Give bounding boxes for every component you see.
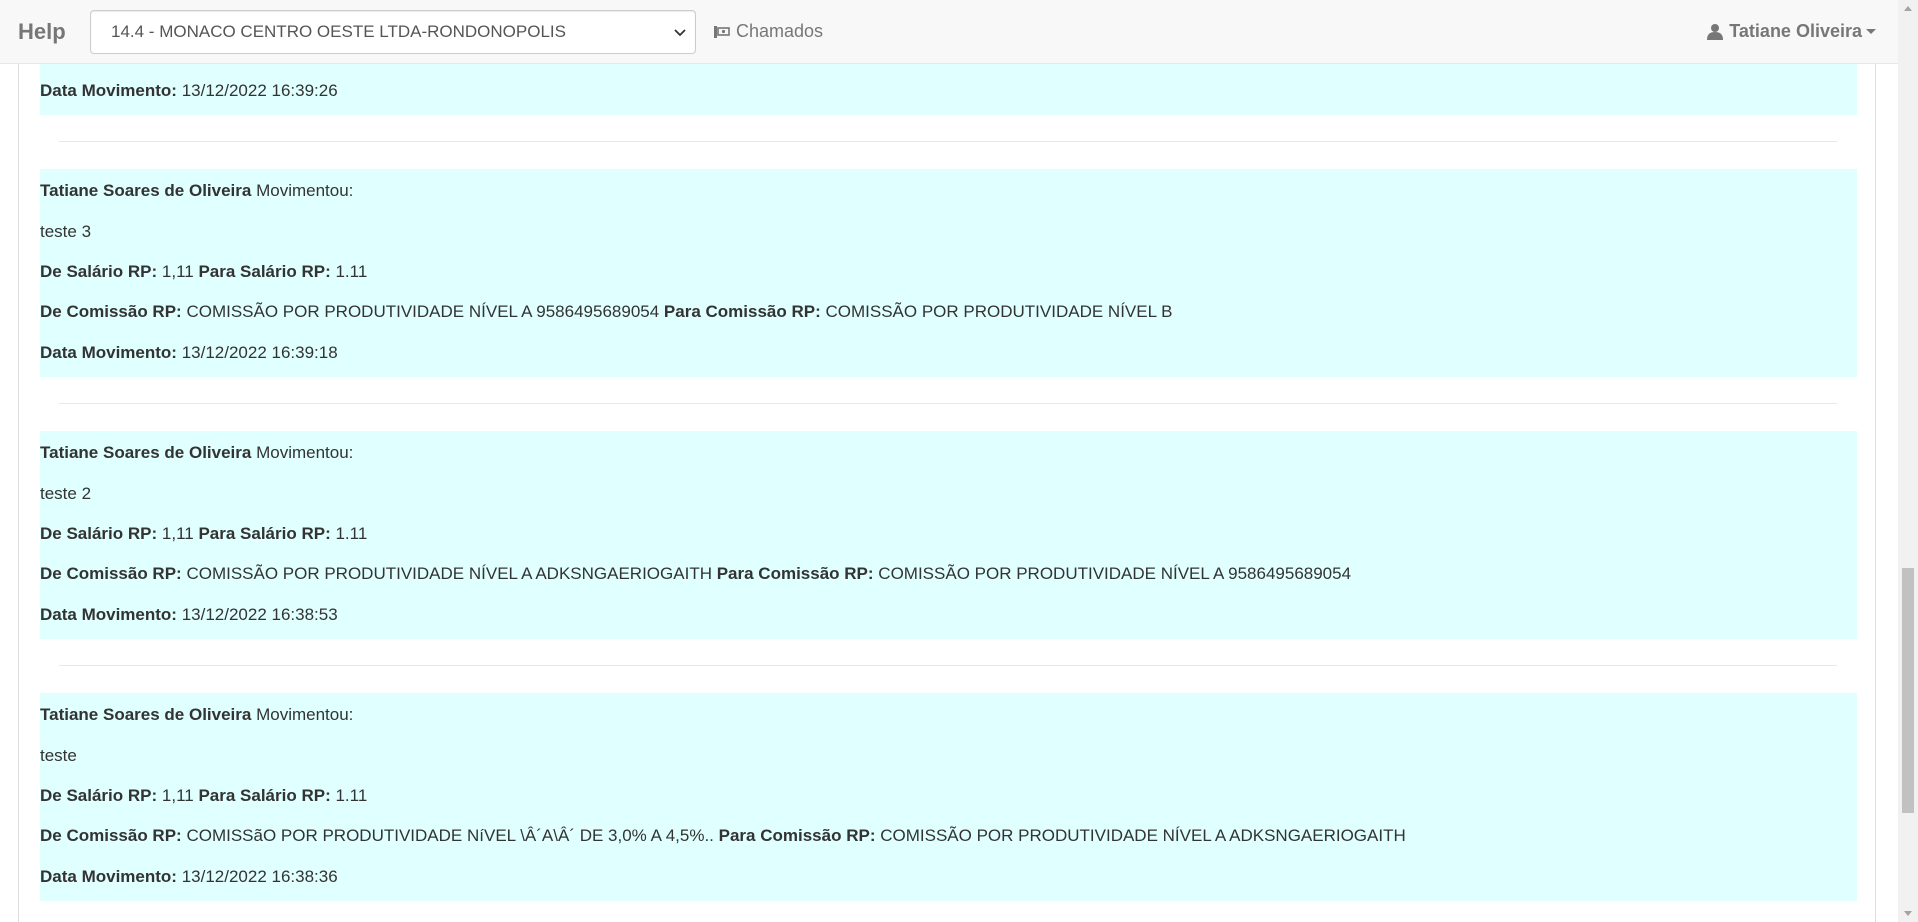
para-comissao-label: Para Comissão RP:: [718, 826, 876, 845]
user-menu-toggle[interactable]: Tatiane Oliveira: [1707, 21, 1876, 42]
comissao-row: De Comissão RP: COMISSãO POR PRODUTIVIDA…: [40, 826, 1406, 846]
de-comissao-label: De Comissão RP:: [40, 564, 182, 583]
movement-entry: Tatiane Soares de Oliveira Movimentou: t…: [40, 693, 1857, 901]
para-salario-value: 1.11: [335, 524, 368, 543]
movement-entry: Tatiane Soares de Oliveira Movimentou: t…: [40, 169, 1857, 377]
movimentou-label: Movimentou:: [256, 705, 354, 724]
data-movimento-value: 13/12/2022 16:38:36: [181, 867, 338, 886]
para-comissao-value: COMISSÃO POR PRODUTIVIDADE NÍVEL A ADKSN…: [880, 826, 1406, 845]
data-movimento-value: 13/12/2022 16:38:53: [181, 605, 338, 624]
movement-entry: Tatiane Soares de Oliveira Movimentou: t…: [40, 431, 1857, 639]
salario-row: De Salário RP: 1,11 Para Salário RP: 1.1…: [40, 786, 367, 806]
entry-user: Tatiane Soares de Oliveira: [40, 181, 252, 200]
movimentou-label: Movimentou:: [256, 443, 354, 462]
para-salario-label: Para Salário RP:: [198, 524, 331, 543]
divider: [59, 141, 1837, 142]
comissao-row: De Comissão RP: COMISSÃO POR PRODUTIVIDA…: [40, 302, 1173, 322]
data-movimento-row: Data Movimento: 13/12/2022 16:38:53: [40, 605, 338, 625]
entry-note: teste 2: [40, 484, 92, 503]
de-salario-label: De Salário RP:: [40, 786, 158, 805]
user-icon: [1707, 24, 1724, 40]
para-salario-value: 1.11: [335, 262, 368, 281]
movements-panel: Data Movimento: 13/12/2022 16:39:26 Tati…: [18, 0, 1876, 922]
entry-user: Tatiane Soares de Oliveira: [40, 443, 252, 462]
top-navbar: Help 14.4 - MONACO CENTRO OESTE LTDA-RON…: [0, 0, 1898, 64]
data-movimento-label: Data Movimento:: [40, 605, 177, 624]
data-movimento-row: Data Movimento: 13/12/2022 16:38:36: [40, 867, 338, 887]
de-salario-value: 1,11: [161, 786, 194, 805]
para-comissao-label: Para Comissão RP:: [663, 302, 821, 321]
de-salario-value: 1,11: [161, 524, 194, 543]
caret-down-icon: [1866, 29, 1876, 34]
salario-row: De Salário RP: 1,11 Para Salário RP: 1.1…: [40, 524, 367, 544]
page-scrollbar[interactable]: [1898, 0, 1918, 922]
company-select-value: 14.4 - MONACO CENTRO OESTE LTDA-RONDONOP…: [111, 21, 566, 41]
de-comissao-value: COMISSÃO POR PRODUTIVIDADE NÍVEL A ADKSN…: [186, 564, 712, 583]
entry-note: teste 3: [40, 222, 92, 241]
data-movimento-value: 13/12/2022 16:39:18: [181, 343, 338, 362]
divider: [59, 403, 1837, 404]
ticket-icon: [714, 25, 730, 38]
chamados-label: Chamados: [736, 21, 824, 41]
data-movimento-label: Data Movimento:: [40, 867, 177, 886]
entry-note: teste: [40, 746, 77, 765]
company-select[interactable]: 14.4 - MONACO CENTRO OESTE LTDA-RONDONOP…: [90, 9, 696, 54]
data-movimento-row: Data Movimento: 13/12/2022 16:39:18: [40, 343, 338, 363]
brand-link[interactable]: Help: [18, 19, 90, 45]
scroll-down-arrow-icon[interactable]: [1898, 905, 1918, 922]
para-salario-label: Para Salário RP:: [198, 262, 331, 281]
entry-header: Tatiane Soares de Oliveira Movimentou:: [40, 443, 353, 463]
entry-header: Tatiane Soares de Oliveira Movimentou:: [40, 705, 353, 725]
data-movimento-label: Data Movimento:: [40, 81, 177, 100]
de-comissao-value: COMISSÃO POR PRODUTIVIDADE NÍVEL A 95864…: [186, 302, 660, 321]
para-comissao-value: COMISSÃO POR PRODUTIVIDADE NÍVEL B: [825, 302, 1173, 321]
scrollbar-thumb[interactable]: [1902, 568, 1914, 813]
entry-header: Tatiane Soares de Oliveira Movimentou:: [40, 181, 353, 201]
salario-row: De Salário RP: 1,11 Para Salário RP: 1.1…: [40, 262, 367, 282]
user-name: Tatiane Oliveira: [1729, 21, 1862, 41]
para-comissao-value: COMISSÃO POR PRODUTIVIDADE NÍVEL A 95864…: [878, 564, 1352, 583]
de-salario-label: De Salário RP:: [40, 262, 158, 281]
para-salario-label: Para Salário RP:: [198, 786, 331, 805]
de-comissao-label: De Comissão RP:: [40, 302, 182, 321]
de-salario-value: 1,11: [161, 262, 194, 281]
data-movimento-value: 13/12/2022 16:39:26: [181, 81, 338, 100]
de-comissao-value: COMISSãO POR PRODUTIVIDADE NíVEL \Â´A\Â´…: [186, 826, 714, 845]
chevron-down-icon: [665, 24, 695, 40]
de-salario-label: De Salário RP:: [40, 524, 158, 543]
divider: [59, 665, 1837, 666]
data-movimento-row: Data Movimento: 13/12/2022 16:39:26: [40, 81, 338, 101]
de-comissao-label: De Comissão RP:: [40, 826, 182, 845]
entry-user: Tatiane Soares de Oliveira: [40, 705, 252, 724]
chamados-link[interactable]: Chamados: [714, 21, 823, 42]
scroll-up-arrow-icon[interactable]: [1898, 0, 1918, 17]
comissao-row: De Comissão RP: COMISSÃO POR PRODUTIVIDA…: [40, 564, 1351, 584]
data-movimento-label: Data Movimento:: [40, 343, 177, 362]
para-salario-value: 1.11: [335, 786, 368, 805]
para-comissao-label: Para Comissão RP:: [716, 564, 874, 583]
movimentou-label: Movimentou:: [256, 181, 354, 200]
